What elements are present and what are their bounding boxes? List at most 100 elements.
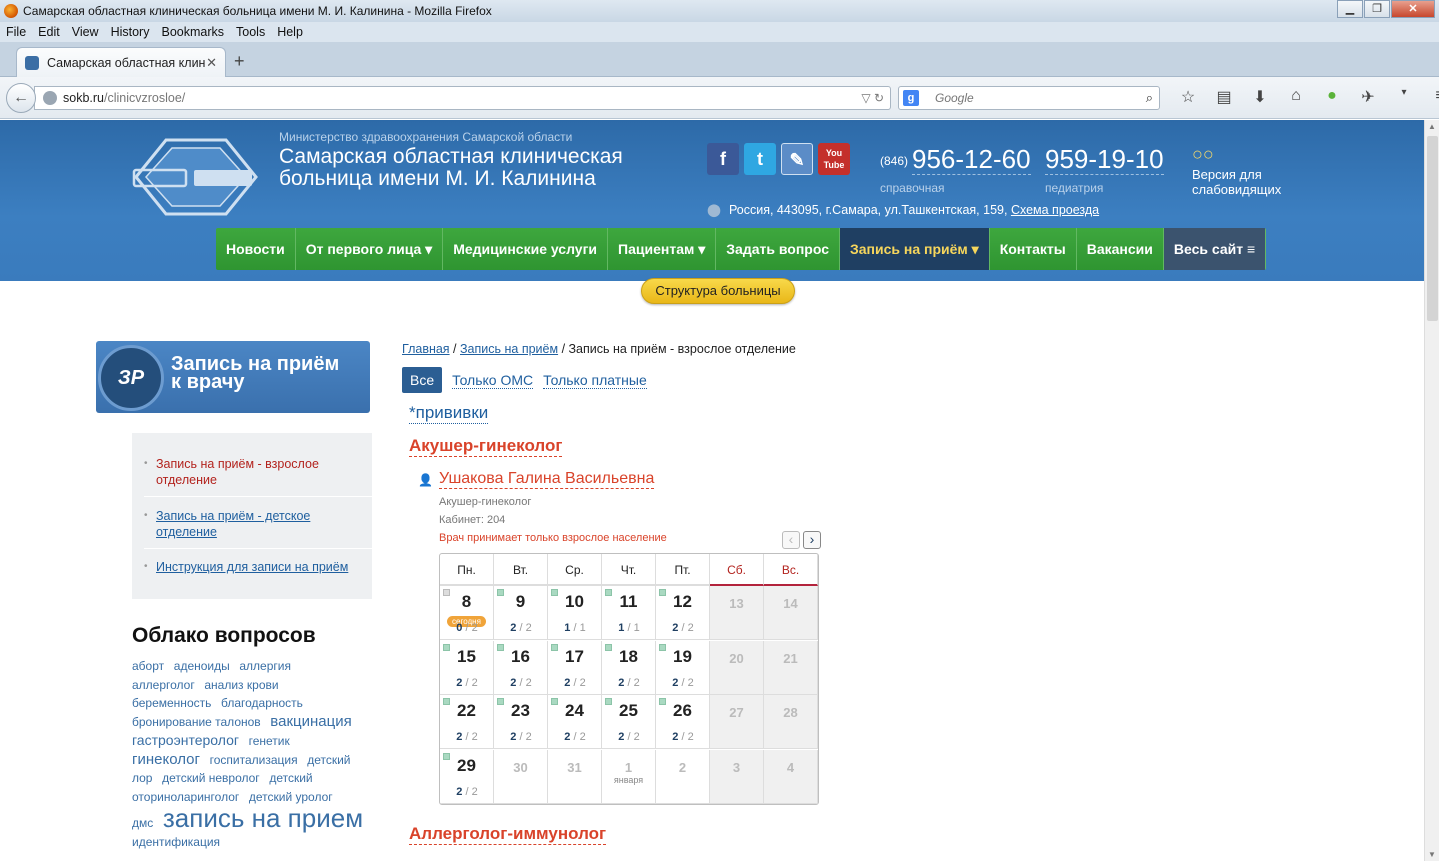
calendar-day[interactable]: 17 2 / 2 (548, 640, 602, 695)
youtube-icon[interactable]: You Tube (818, 143, 850, 175)
nav-news[interactable]: Новости (216, 228, 296, 270)
scroll-down-icon[interactable]: ▼ (1428, 850, 1436, 859)
tag[interactable]: вакцинация (270, 713, 351, 730)
nav-ask-question[interactable]: Задать вопрос (716, 228, 840, 270)
calendar-day[interactable]: 8 сегодня 0 / 2 (440, 586, 494, 640)
tag[interactable]: детский невролог (162, 771, 260, 785)
twitter-icon[interactable]: t (744, 143, 776, 175)
bookmark-star-icon[interactable]: ☆ (1170, 87, 1206, 107)
nav-first-person[interactable]: От первого лица ▾ (295, 228, 444, 270)
nav-appointment[interactable]: Запись на приём ▾ (839, 228, 990, 270)
tag[interactable]: аллергия (239, 659, 291, 673)
specialty-heading[interactable]: Акушер-гинеколог (409, 436, 563, 457)
tag[interactable]: запись на прием (163, 803, 363, 833)
vk-icon[interactable]: ✎ (781, 143, 813, 175)
hospital-logo[interactable] (132, 134, 260, 220)
calendar-day[interactable]: 18 2 / 2 (602, 640, 656, 695)
side-menu-children[interactable]: Запись на приём - детское отделение (132, 508, 372, 540)
calendar-day[interactable]: 12 2 / 2 (656, 586, 710, 640)
calendar-day[interactable]: 16 2 / 2 (494, 640, 548, 695)
calendar-day[interactable]: 10 1 / 1 (548, 586, 602, 640)
calendar-day[interactable]: 11 1 / 1 (602, 586, 656, 640)
tag[interactable]: аденоиды (174, 659, 230, 673)
menu-tools[interactable]: Tools (236, 25, 265, 39)
minimize-button[interactable]: ▁ (1337, 0, 1363, 18)
menu-file[interactable]: File (6, 25, 26, 39)
calendar-day[interactable]: 24 2 / 2 (548, 695, 602, 749)
reading-list-icon[interactable]: ▤ (1206, 87, 1242, 107)
hospital-name[interactable]: Самарская областная клиническая больница… (279, 146, 699, 190)
extension-icon[interactable]: ✈ (1350, 87, 1386, 107)
nav-vacancies[interactable]: Вакансии (1076, 228, 1164, 270)
maximize-button[interactable]: ❐ (1364, 0, 1390, 18)
tag[interactable]: аборт (132, 659, 164, 673)
filter-all[interactable]: Все (402, 367, 443, 393)
menu-history[interactable]: History (111, 25, 150, 39)
calendar-day[interactable]: 15 2 / 2 (440, 640, 494, 695)
google-icon[interactable]: g (903, 90, 919, 106)
addon-icon[interactable]: ● (1314, 87, 1350, 107)
calendar-day[interactable]: 29 2 / 2 (440, 749, 494, 804)
calendar-day[interactable]: 26 2 / 2 (656, 695, 710, 749)
close-window-button[interactable]: ✕ (1391, 0, 1435, 18)
menu-edit[interactable]: Edit (38, 25, 60, 39)
browser-tab[interactable]: Самарская областная клини... ✕ (16, 47, 226, 78)
vaccinations-link[interactable]: *прививки (409, 403, 489, 424)
search-icon[interactable]: ⌕ (1146, 90, 1153, 106)
url-bar[interactable]: sokb.ru/clinicvzrosloe/ ▽ ↻ (34, 86, 891, 110)
facebook-icon[interactable]: f (707, 143, 739, 175)
calendar-day[interactable]: 92 / 2 (494, 586, 548, 640)
visually-impaired-link[interactable]: Версия для слабовидящих (1192, 167, 1292, 197)
calendar-day[interactable]: 19 2 / 2 (656, 640, 710, 695)
breadcrumb-section[interactable]: Запись на приём (460, 342, 558, 356)
tag[interactable]: аллерголог (132, 678, 195, 692)
map-link[interactable]: Схема проезда (1011, 203, 1099, 217)
hamburger-menu-icon[interactable]: ≡ (1422, 87, 1439, 107)
specialty-heading[interactable]: Аллерголог-иммунолог (409, 824, 607, 845)
doctor-name[interactable]: Ушакова Галина Васильевна (439, 470, 655, 489)
appointment-banner[interactable]: ЗР Запись на приём к врачу (96, 341, 370, 413)
tag[interactable]: генетик (249, 734, 290, 748)
next-week-icon[interactable]: › (803, 531, 821, 549)
phone-pediatrics-number[interactable]: 959-19-10 (1045, 144, 1164, 175)
calendar-day[interactable]: 22 2 / 2 (440, 695, 494, 749)
menu-bookmarks[interactable]: Bookmarks (161, 25, 224, 39)
side-menu-adult[interactable]: Запись на приём - взрослое отделение (132, 456, 372, 488)
scrollbar-thumb[interactable] (1427, 136, 1438, 321)
tag[interactable]: гинеколог (132, 751, 200, 768)
download-icon[interactable]: ⬇ (1242, 87, 1278, 107)
reload-icon[interactable]: ▽ ↻ (861, 91, 884, 105)
structure-button[interactable]: Структура больницы (641, 278, 795, 304)
calendar-day[interactable]: 25 2 / 2 (602, 695, 656, 749)
tag[interactable]: детский уролог (249, 790, 333, 804)
tag[interactable]: благодарность (221, 696, 303, 710)
tag[interactable]: идентификация (132, 835, 220, 849)
menu-view[interactable]: View (72, 25, 99, 39)
tag[interactable]: бронирование талонов (132, 715, 261, 729)
calendar-day[interactable]: 23 2 / 2 (494, 695, 548, 749)
scroll-up-icon[interactable]: ▲ (1428, 122, 1436, 131)
filter-paid[interactable]: Только платные (543, 372, 647, 389)
phone-reference-number[interactable]: 956-12-60 (912, 144, 1031, 175)
dropdown-icon[interactable]: ▾ (1386, 87, 1422, 107)
tag[interactable]: анализ крови (204, 678, 278, 692)
close-tab-icon[interactable]: ✕ (206, 55, 217, 71)
prev-week-icon[interactable]: ‹ (782, 531, 800, 549)
menu-help[interactable]: Help (277, 25, 303, 39)
nav-patients[interactable]: Пациентам ▾ (608, 228, 717, 270)
back-button[interactable]: ← (6, 83, 36, 113)
search-input[interactable]: g Google ⌕ (898, 86, 1160, 110)
side-menu-instructions[interactable]: Инструкция для записи на приём (132, 559, 372, 575)
tag[interactable]: беременность (132, 696, 211, 710)
nav-whole-site[interactable]: Весь сайт ≡ (1163, 228, 1267, 270)
home-icon[interactable]: ⌂ (1278, 87, 1314, 107)
nav-medical-services[interactable]: Медицинские услуги (443, 228, 609, 270)
page-scrollbar[interactable]: ▲ ▼ (1424, 120, 1439, 861)
new-tab-icon[interactable]: + (234, 51, 245, 72)
filter-oms[interactable]: Только ОМС (452, 372, 534, 389)
nav-contacts[interactable]: Контакты (989, 228, 1077, 270)
glasses-icon[interactable]: ○○ (1192, 144, 1214, 165)
tag[interactable]: дмс (132, 816, 153, 830)
tag[interactable]: госпитализация (210, 753, 298, 767)
tag[interactable]: гастроэнтеролог (132, 732, 239, 748)
